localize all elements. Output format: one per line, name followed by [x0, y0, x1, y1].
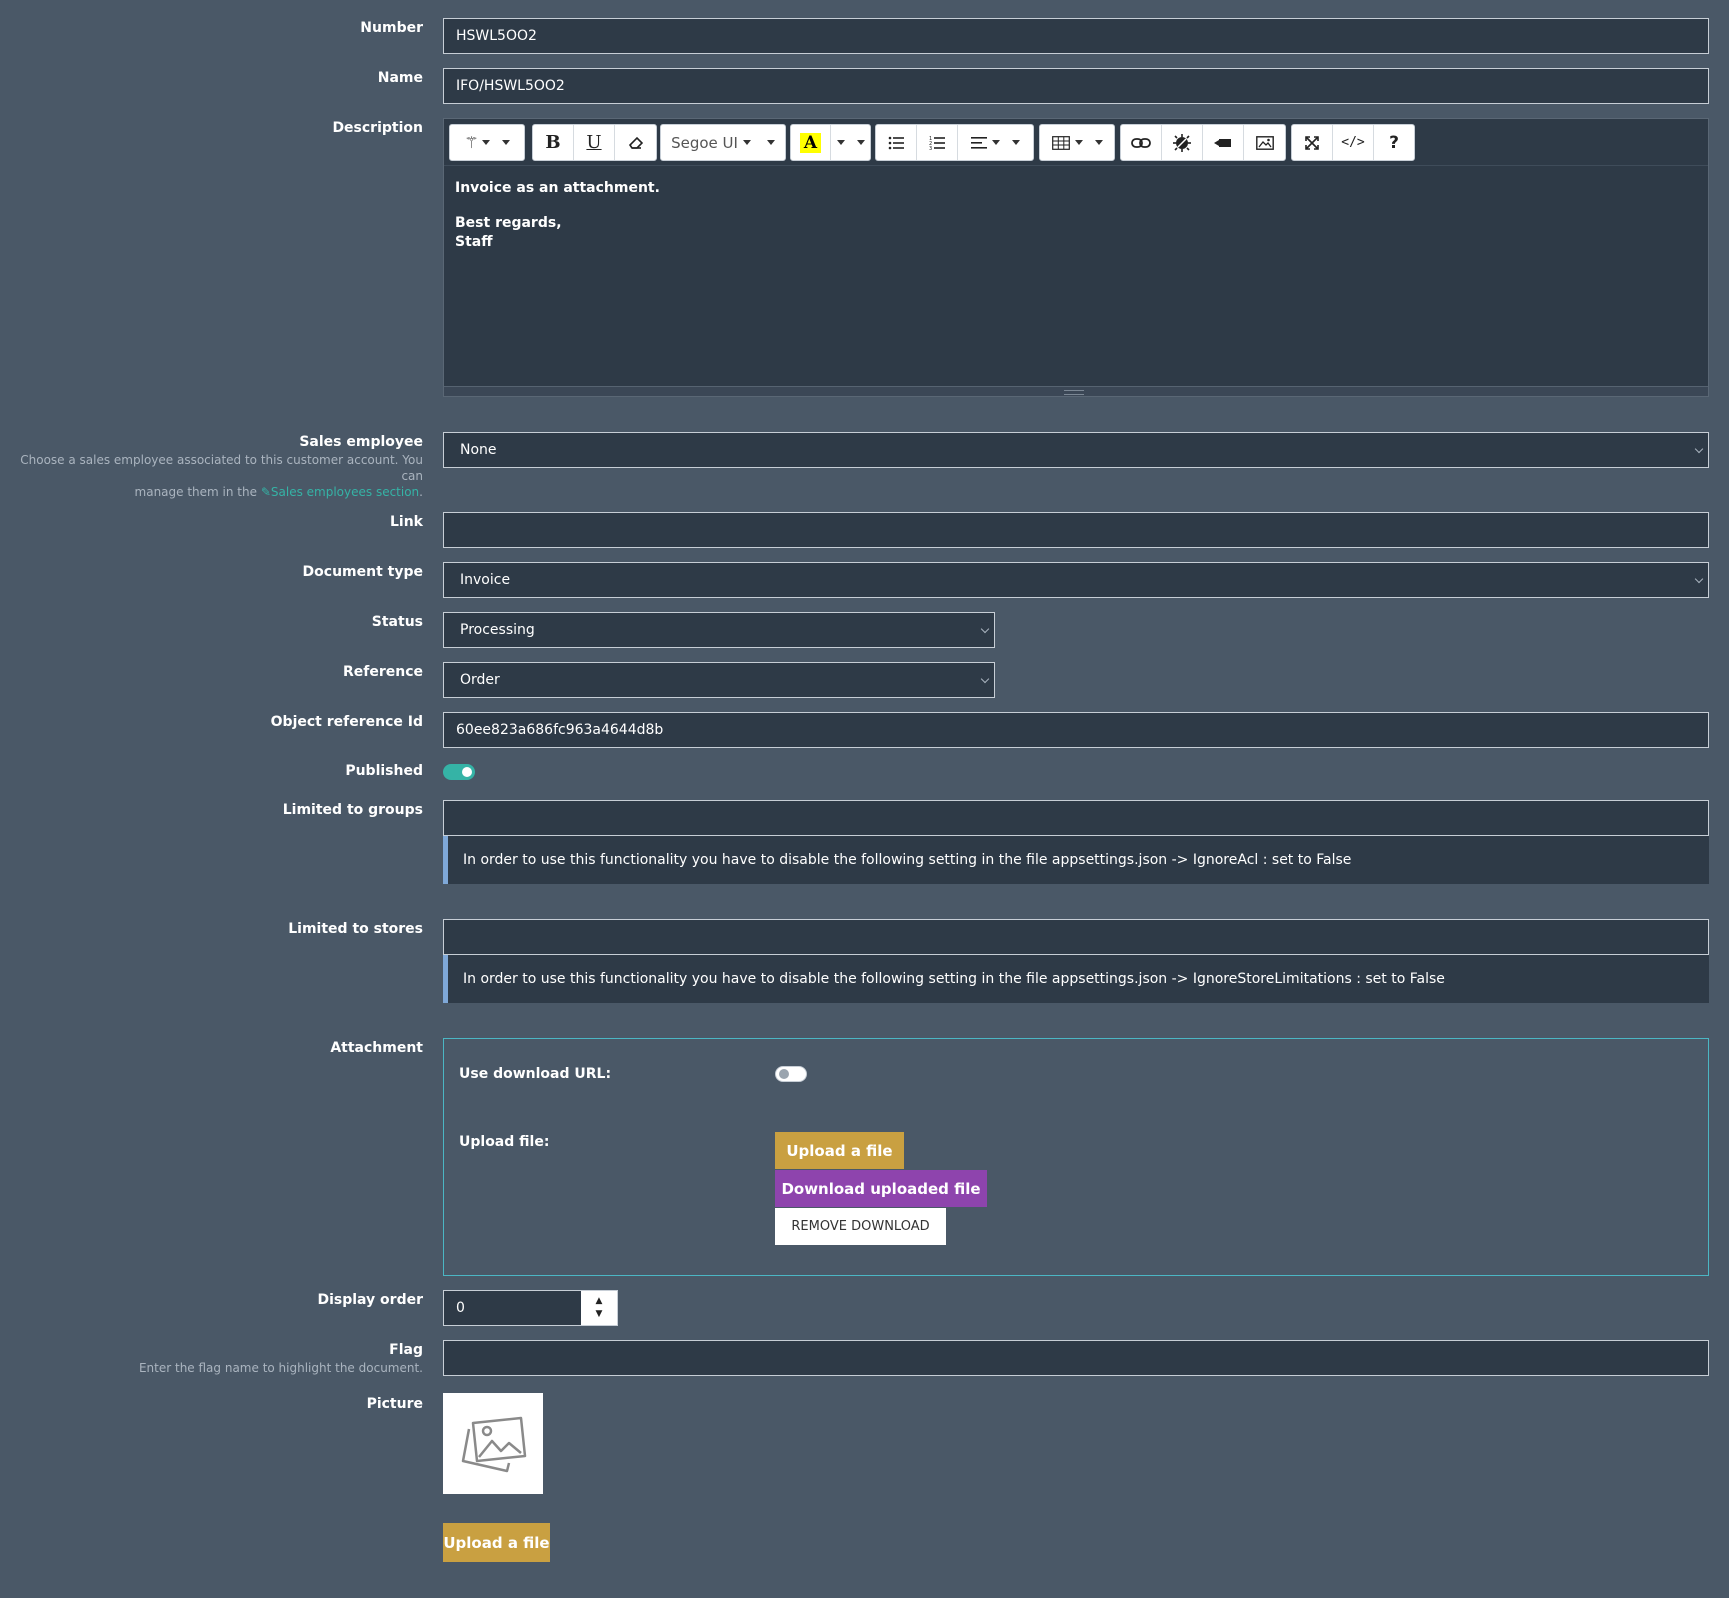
align-dropdown[interactable]: [958, 125, 1033, 160]
number-input[interactable]: HSWL5OO2: [443, 18, 1709, 54]
table-dropdown[interactable]: [1040, 125, 1114, 160]
editor-resize-handle[interactable]: [444, 386, 1708, 396]
link-input[interactable]: [443, 512, 1709, 548]
link-label: Link: [390, 514, 423, 530]
sales-employee-hint: Choose a sales employee associated to th…: [0, 452, 423, 500]
use-download-url-knob: [779, 1069, 789, 1079]
sales-employee-select[interactable]: None: [443, 432, 1709, 468]
font-name-value: Segoe UI: [671, 133, 738, 152]
object-reference-id-input[interactable]: 60ee823a686fc963a4644d8b: [443, 712, 1709, 748]
picture-label: Picture: [366, 1396, 423, 1412]
flag-hint: Enter the flag name to highlight the doc…: [138, 1361, 423, 1375]
insert-group: [1120, 124, 1286, 161]
download-uploaded-file-button[interactable]: Download uploaded file: [775, 1170, 987, 1207]
font-name-dropdown[interactable]: Segoe UI: [661, 125, 785, 160]
magic-style-button[interactable]: ⚚: [450, 125, 524, 160]
sales-employee-hint-line1: Choose a sales employee associated to th…: [20, 453, 423, 483]
align-left-icon: [971, 136, 987, 149]
attachment-panel: Use download URL: Upload file: Upload a …: [443, 1038, 1709, 1276]
sales-employee-label: Sales employee: [299, 434, 423, 450]
fullscreen-icon[interactable]: [1292, 125, 1333, 160]
magic-wand-icon: ⚚: [464, 133, 479, 152]
limited-to-stores-label: Limited to stores: [288, 921, 423, 937]
description-label: Description: [332, 120, 423, 136]
status-label: Status: [371, 614, 423, 630]
svg-text:3: 3: [929, 146, 932, 150]
list-group: 123: [875, 124, 1034, 161]
limited-to-stores-input[interactable]: [443, 919, 1709, 955]
number-label: Number: [360, 20, 423, 36]
limited-to-groups-label: Limited to groups: [282, 802, 423, 818]
editor-line-3: Staff: [455, 234, 493, 250]
attachment-label: Attachment: [330, 1040, 423, 1056]
editor-content[interactable]: Invoice as an attachment. Best regards, …: [455, 179, 660, 252]
font-color-icon: A: [799, 132, 822, 153]
name-label: Name: [377, 70, 423, 86]
unlink-icon[interactable]: [1162, 125, 1203, 160]
color-dropdown-button[interactable]: [831, 125, 870, 160]
increment-arrow-icon[interactable]: ▲: [596, 1295, 603, 1308]
flag-label: Flag: [389, 1342, 423, 1358]
remove-download-button[interactable]: REMOVE DOWNLOAD: [775, 1208, 946, 1245]
editor-line-2: Best regards,: [455, 215, 562, 231]
bullet-list-icon[interactable]: [876, 125, 917, 160]
name-input[interactable]: IFO/HSWL5OO2: [443, 68, 1709, 104]
reference-select[interactable]: Order: [443, 662, 995, 698]
sales-employee-hint-prefix: manage them in the: [134, 485, 257, 499]
bold-icon[interactable]: B: [533, 125, 574, 160]
limited-to-stores-notice: In order to use this functionality you h…: [443, 955, 1709, 1003]
image-icon[interactable]: [1244, 125, 1285, 160]
display-order-stepper[interactable]: 0 ▲ ▼: [443, 1290, 618, 1326]
video-icon[interactable]: [1203, 125, 1244, 160]
editor-line-1: Invoice as an attachment.: [455, 180, 660, 196]
edit-icon: ✎: [260, 485, 271, 499]
sales-employees-link[interactable]: Sales employees section: [271, 485, 419, 499]
published-toggle[interactable]: [443, 764, 475, 780]
help-icon[interactable]: ?: [1374, 125, 1414, 160]
picture-preview: [443, 1393, 543, 1494]
font-group: Segoe UI: [660, 124, 786, 161]
limited-to-groups-notice: In order to use this functionality you h…: [443, 836, 1709, 884]
reference-label: Reference: [342, 664, 423, 680]
decrement-arrow-icon[interactable]: ▼: [596, 1308, 603, 1321]
view-group: </> ?: [1291, 124, 1415, 161]
limited-to-groups-input[interactable]: [443, 800, 1709, 836]
flag-input[interactable]: [443, 1340, 1709, 1376]
underline-icon[interactable]: U: [574, 125, 615, 160]
use-download-url-toggle[interactable]: [775, 1066, 807, 1082]
published-label: Published: [345, 763, 423, 779]
display-order-arrows[interactable]: ▲ ▼: [581, 1291, 617, 1325]
font-color-button[interactable]: A: [791, 125, 831, 160]
table-icon: [1051, 135, 1070, 150]
display-order-value: 0: [456, 1300, 465, 1316]
object-reference-id-label: Object reference Id: [270, 714, 423, 730]
document-type-select[interactable]: Invoice: [443, 562, 1709, 598]
format-group: B U: [532, 124, 657, 161]
picture-upload-button[interactable]: Upload a file: [443, 1523, 550, 1562]
image-placeholder-icon: [461, 1416, 527, 1472]
editor-toolbar: ⚚ B U Segoe UI A 123 </> ?: [444, 119, 1708, 166]
eraser-icon[interactable]: [615, 125, 656, 160]
link-icon[interactable]: [1121, 125, 1162, 160]
display-order-label: Display order: [317, 1292, 423, 1308]
table-group: [1039, 124, 1115, 161]
document-type-label: Document type: [302, 564, 423, 580]
sales-employee-hint-suffix: .: [419, 485, 423, 499]
code-view-icon[interactable]: </>: [1333, 125, 1374, 160]
status-select[interactable]: Processing: [443, 612, 995, 648]
description-editor[interactable]: ⚚ B U Segoe UI A 123 </> ? Invoice as an…: [443, 118, 1709, 397]
attachment-upload-button[interactable]: Upload a file: [775, 1132, 904, 1169]
published-toggle-knob: [462, 767, 472, 777]
numbered-list-icon[interactable]: 123: [917, 125, 958, 160]
use-download-url-label: Use download URL:: [459, 1066, 612, 1082]
style-group: ⚚: [449, 124, 525, 161]
upload-file-label: Upload file:: [459, 1134, 550, 1150]
color-group: A: [790, 124, 871, 161]
